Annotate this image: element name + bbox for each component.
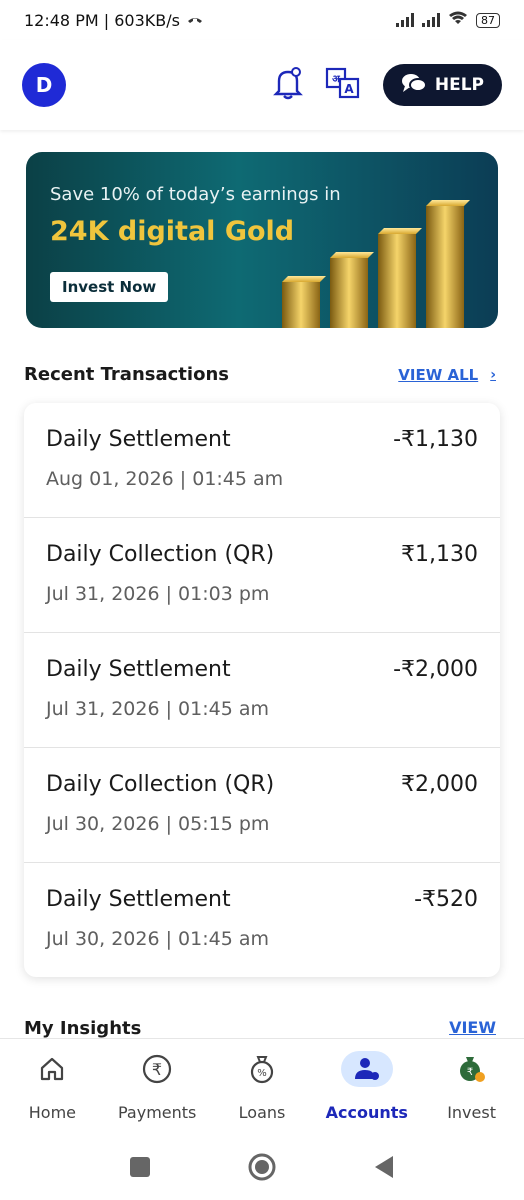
status-time: 12:48 PM | 603KB/s xyxy=(24,10,180,30)
bottom-nav: Home ₹ Payments % Loans Accounts ₹ Inves… xyxy=(0,1038,524,1139)
transaction-date: Jul 30, 2026 | 01:45 am xyxy=(46,928,269,950)
avatar[interactable]: D xyxy=(22,63,66,107)
svg-text:A: A xyxy=(344,82,354,96)
section-title: Recent Transactions xyxy=(24,364,229,385)
insights-title: My Insights xyxy=(24,1018,142,1039)
signal-icon-2 xyxy=(422,13,440,27)
transaction-date: Aug 01, 2026 | 01:45 am xyxy=(46,468,284,490)
transaction-row[interactable]: Daily Settlement -₹1,130 Aug 01, 2026 | … xyxy=(24,403,500,518)
transaction-row[interactable]: Daily Collection (QR) ₹1,130 Jul 31, 202… xyxy=(24,518,500,633)
transaction-row[interactable]: Daily Collection (QR) ₹2,000 Jul 30, 202… xyxy=(24,748,500,863)
transaction-date: Jul 31, 2026 | 01:45 am xyxy=(46,698,269,720)
transaction-date: Jul 30, 2026 | 05:15 pm xyxy=(46,813,270,835)
notification-bell-icon[interactable] xyxy=(272,66,303,104)
transaction-row[interactable]: Daily Settlement -₹2,000 Jul 31, 2026 | … xyxy=(24,633,500,748)
banner-line2: 24K digital Gold xyxy=(50,216,295,247)
transaction-name: Daily Collection (QR) xyxy=(46,542,275,567)
nav-item-accounts[interactable]: Accounts xyxy=(314,1039,419,1139)
help-label: HELP xyxy=(434,75,484,95)
nav-label: Accounts xyxy=(325,1103,408,1122)
nav-label: Loans xyxy=(238,1103,286,1122)
home-icon xyxy=(38,1051,66,1087)
transaction-amount: -₹520 xyxy=(414,887,478,912)
invest-icon: ₹ xyxy=(457,1051,487,1087)
view-all-link[interactable]: VIEW ALL › xyxy=(398,366,496,384)
back-triangle-icon[interactable] xyxy=(373,1155,395,1183)
view-all-label: VIEW ALL xyxy=(398,365,479,384)
nav-item-loans[interactable]: % Loans xyxy=(210,1039,315,1139)
insights-header: My Insights VIEW xyxy=(24,1018,496,1039)
transaction-date: Jul 31, 2026 | 01:03 pm xyxy=(46,583,270,605)
gold-bars-icon xyxy=(282,200,470,328)
transaction-amount: -₹2,000 xyxy=(393,657,478,682)
wifi-icon xyxy=(448,10,468,30)
status-bar: 12:48 PM | 603KB/s 87 xyxy=(0,0,524,40)
insights-view-link[interactable]: VIEW xyxy=(449,1018,496,1039)
svg-text:₹: ₹ xyxy=(466,1067,472,1078)
language-icon[interactable]: अ A xyxy=(325,67,361,103)
transaction-amount: ₹2,000 xyxy=(401,772,478,797)
chat-bubbles-icon xyxy=(401,72,427,99)
nav-item-payments[interactable]: ₹ Payments xyxy=(105,1039,210,1139)
svg-text:₹: ₹ xyxy=(152,1060,162,1079)
system-nav-bar xyxy=(0,1138,524,1200)
battery-icon: 87 xyxy=(476,12,500,28)
transaction-amount: ₹1,130 xyxy=(401,542,478,567)
recents-square-icon[interactable] xyxy=(129,1156,151,1182)
recent-transactions-header: Recent Transactions VIEW ALL › xyxy=(24,364,496,385)
money-bag-icon: % xyxy=(248,1051,276,1087)
app-header: D अ A HELP xyxy=(0,40,524,130)
transaction-row[interactable]: Daily Settlement -₹520 Jul 30, 2026 | 01… xyxy=(24,863,500,977)
missed-call-icon xyxy=(186,11,204,30)
nav-label: Home xyxy=(28,1103,77,1122)
svg-text:%: % xyxy=(257,1068,267,1079)
gold-promo-banner[interactable]: Save 10% of today’s earnings in 24K digi… xyxy=(26,152,498,328)
nav-label: Payments xyxy=(118,1103,197,1122)
nav-item-home[interactable]: Home xyxy=(0,1039,105,1139)
rupee-icon: ₹ xyxy=(141,1051,173,1087)
signal-icon xyxy=(396,13,414,27)
transaction-name: Daily Settlement xyxy=(46,427,231,452)
transaction-name: Daily Settlement xyxy=(46,887,231,912)
nav-label: Invest xyxy=(447,1103,496,1122)
chevron-right-icon: › xyxy=(490,366,496,383)
help-button[interactable]: HELP xyxy=(382,64,502,106)
transaction-name: Daily Settlement xyxy=(46,657,231,682)
transaction-name: Daily Collection (QR) xyxy=(46,772,275,797)
account-icon xyxy=(340,1051,393,1087)
home-circle-icon[interactable] xyxy=(247,1152,277,1186)
nav-item-invest[interactable]: ₹ Invest xyxy=(419,1039,524,1139)
transactions-card: Daily Settlement -₹1,130 Aug 01, 2026 | … xyxy=(24,403,500,977)
invest-now-button[interactable]: Invest Now xyxy=(50,272,169,302)
transaction-amount: -₹1,130 xyxy=(393,427,478,452)
